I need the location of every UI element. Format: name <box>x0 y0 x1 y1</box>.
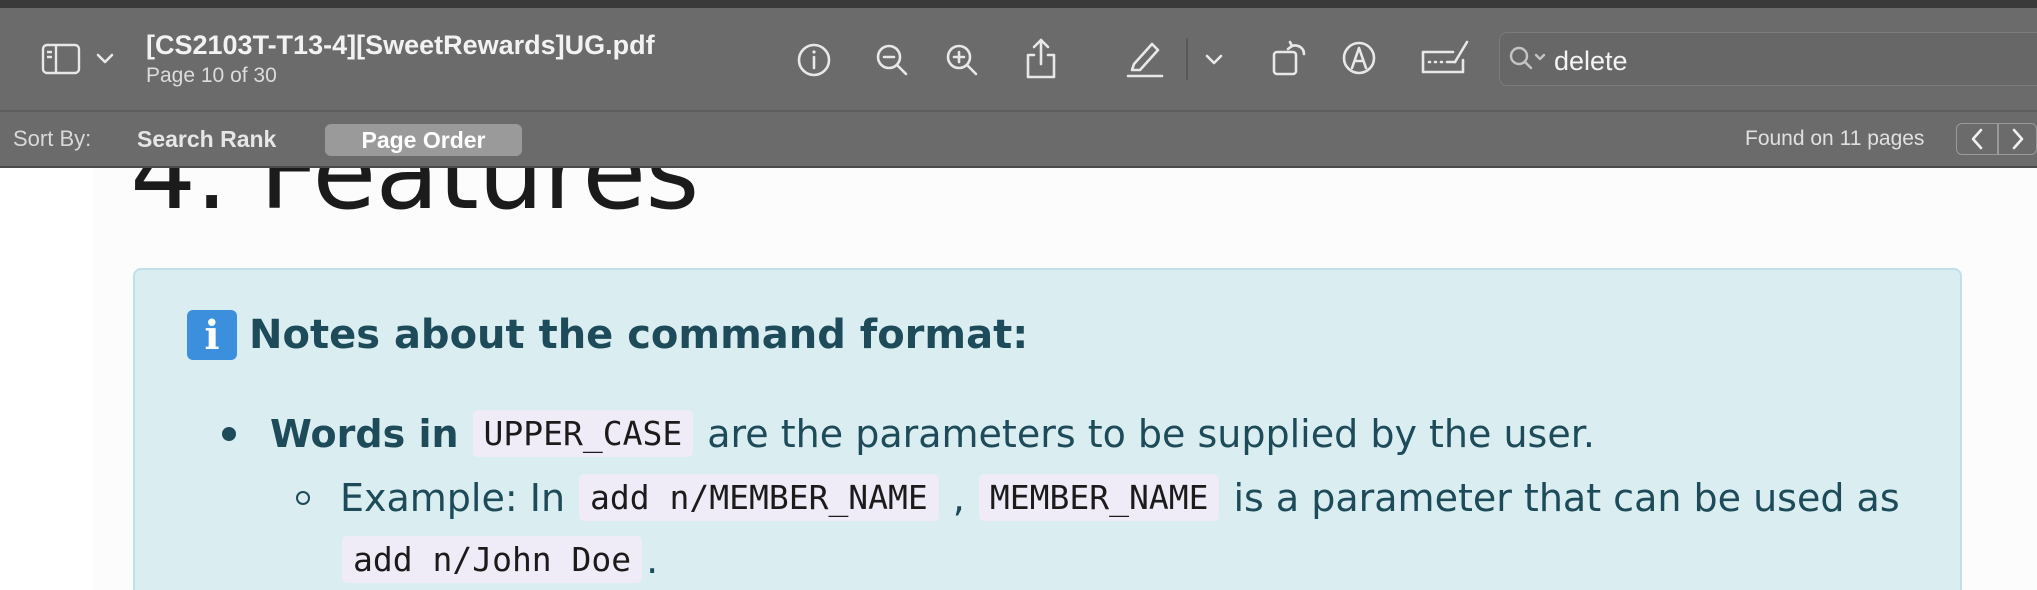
example-text: is a parameter that can be used as <box>1233 475 1900 520</box>
note-title: i Notes about the command format: <box>187 310 1028 360</box>
note-title-text: Notes about the command format: <box>249 312 1029 358</box>
information-icon: i <box>187 310 237 360</box>
previous-result-button[interactable] <box>1956 123 1998 155</box>
search-query[interactable]: delete <box>1554 46 1628 77</box>
inline-code: MEMBER_NAME <box>978 474 1220 521</box>
example-prefix: Example: In <box>340 475 566 520</box>
window-edge <box>0 0 2037 8</box>
markup-icon[interactable] <box>1339 38 1379 78</box>
inline-code: add n/MEMBER_NAME <box>579 474 939 521</box>
toolbar-bottom-edge <box>0 166 2037 168</box>
bullet-circle-icon <box>296 490 310 505</box>
toolbar: [CS2103T-T13-4][SweetRewards]UG.pdf Page… <box>0 0 2037 168</box>
info-icon[interactable] <box>794 40 834 80</box>
form-fill-icon[interactable] <box>1418 36 1472 80</box>
bullet-text: are the parameters to be supplied by the… <box>707 411 1595 456</box>
list-item: Words in UPPER_CASE are the parameters t… <box>222 410 1595 457</box>
inline-code: UPPER_CASE <box>472 410 694 457</box>
sort-label: Sort By: <box>13 126 92 151</box>
bullet-strong-text: Words in <box>270 411 459 456</box>
chevron-left-icon <box>1971 128 1983 150</box>
page-indicator: Page 10 of 30 <box>146 64 277 87</box>
rotate-icon[interactable] <box>1268 36 1310 80</box>
chevron-right-icon <box>2012 128 2023 150</box>
bullet-dot-icon <box>222 426 236 441</box>
zoom-out-icon[interactable] <box>872 40 912 80</box>
list-item-continuation: add n/John Doe . <box>342 536 658 583</box>
toolbar-divider <box>0 110 2037 112</box>
sort-option-search-rank[interactable]: Search Rank <box>137 126 276 153</box>
search-icon[interactable] <box>1508 44 1548 74</box>
next-result-button[interactable] <box>1998 123 2037 155</box>
example-period: . <box>646 537 659 582</box>
highlight-icon[interactable] <box>1124 36 1166 80</box>
sort-option-page-order[interactable]: Page Order <box>325 124 522 156</box>
search-results-count: Found on 11 pages <box>1745 127 1925 150</box>
toolbar-separator <box>1186 38 1188 80</box>
zoom-in-icon[interactable] <box>942 40 982 80</box>
inline-code: add n/John Doe <box>342 536 643 583</box>
sidebar-icon[interactable] <box>40 42 82 76</box>
share-icon[interactable] <box>1021 36 1061 80</box>
example-comma: , <box>952 475 965 520</box>
document-title: [CS2103T-T13-4][SweetRewards]UG.pdf <box>146 30 655 60</box>
chevron-down-icon[interactable] <box>1203 50 1225 70</box>
chevron-down-icon[interactable] <box>94 48 116 70</box>
list-item: Example: In add n/MEMBER_NAME , MEMBER_N… <box>296 474 1900 521</box>
